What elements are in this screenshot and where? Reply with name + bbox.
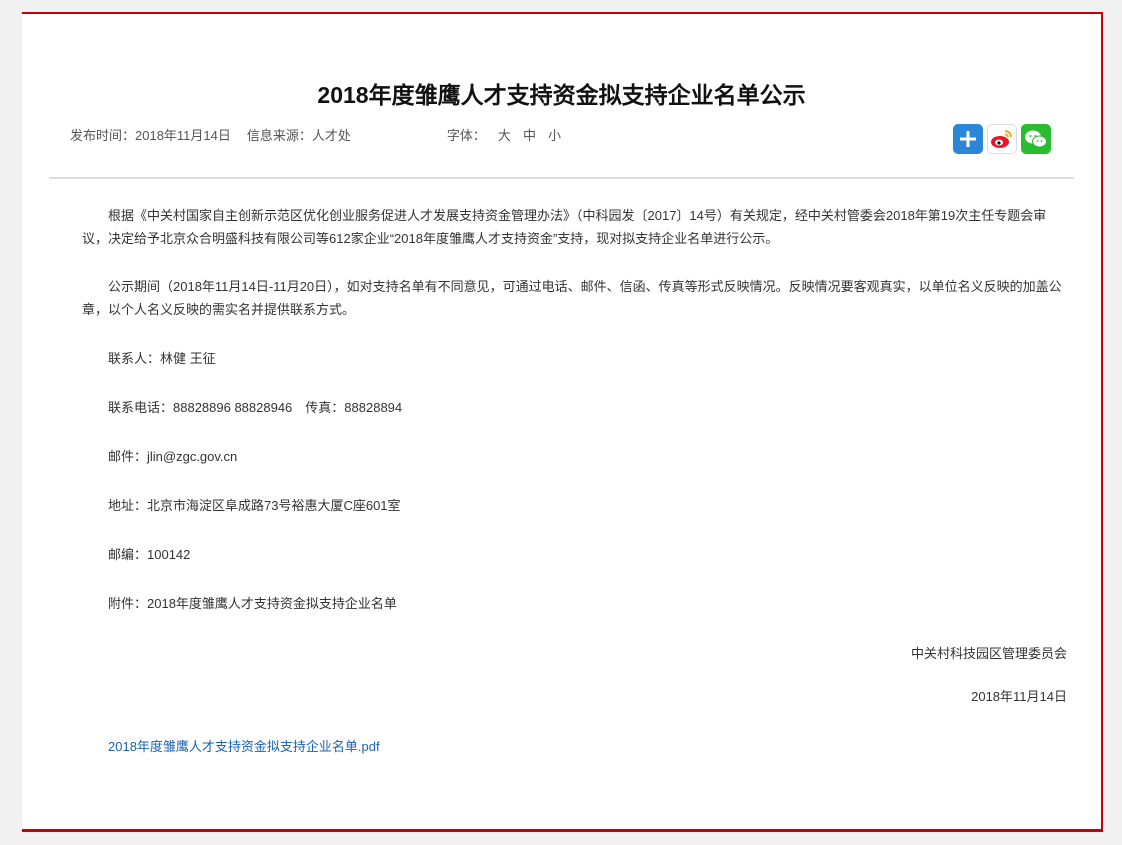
attachment-note: 附件：2018年度雏鹰人才支持资金拟支持企业名单: [108, 596, 397, 611]
info-source: 信息来源：人才处: [246, 128, 351, 143]
contact-email: 邮件：jlin@zgc.gov.cn: [108, 449, 238, 464]
share-bar: [953, 124, 1051, 154]
font-medium-option[interactable]: 中: [523, 125, 536, 144]
postal-code: 邮编：100142: [108, 547, 191, 562]
contact-phone: 联系电话：88828896 88828946 传真：88828894: [108, 400, 403, 415]
contact-person: 联系人：林健 王征: [108, 351, 216, 366]
font-large-option[interactable]: 大: [498, 125, 511, 144]
signature-date: 2018年11月14日: [971, 689, 1067, 704]
font-size-label: 字体：: [446, 128, 486, 143]
signature: 中关村科技园区管理委员会: [910, 646, 1067, 661]
article-body: 根据《中关村国家自主创新示范区优化创业服务促进人才发展支持资金管理办法》（中科园…: [82, 204, 1067, 758]
paragraph-basis: 根据《中关村国家自主创新示范区优化创业服务促进人才发展支持资金管理办法》（中科园…: [82, 208, 1047, 246]
article-meta: 发布时间：2018年11月14日 信息来源：人才处 字体： 大 中 小: [70, 125, 561, 144]
add-share-icon[interactable]: [953, 124, 983, 154]
contact-address: 地址：北京市海淀区阜成路73号裕惠大厦C座601室: [108, 498, 401, 513]
page-title: 2018年度雏鹰人才支持资金拟支持企业名单公示: [317, 82, 806, 108]
weibo-icon[interactable]: [987, 124, 1017, 154]
article-panel: 2018年度雏鹰人才支持资金拟支持企业名单公示 发布时间：2018年11月14日…: [22, 12, 1103, 832]
paragraph-notice-period: 公示期间（2018年11月14日-11月20日），如对支持名单有不同意见，可通过…: [82, 279, 1062, 317]
font-small-option[interactable]: 小: [548, 125, 561, 144]
header-divider: [49, 177, 1074, 179]
attachment-pdf-link[interactable]: 2018年度雏鹰人才支持资金拟支持企业名单.pdf: [82, 735, 1067, 758]
wechat-icon[interactable]: [1021, 124, 1051, 154]
publish-time: 发布时间：2018年11月14日: [70, 128, 231, 143]
